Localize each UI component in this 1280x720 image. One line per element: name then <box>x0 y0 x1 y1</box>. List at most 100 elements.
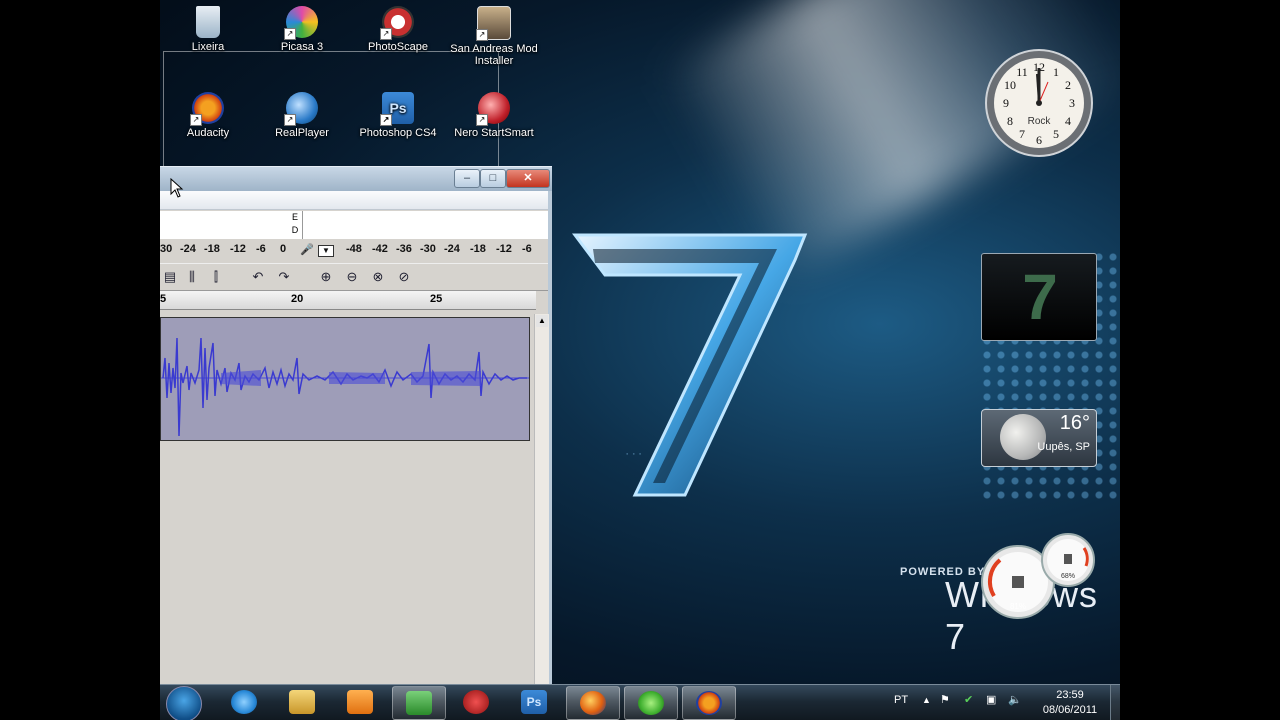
microphone-icon[interactable]: 🎤 <box>300 243 314 256</box>
taskbar-time: 23:59 <box>1056 689 1084 701</box>
desktop-icon-label: Audacity <box>186 127 230 139</box>
desktop-icon-label: Lixeira <box>191 41 225 53</box>
language-indicator[interactable]: PT <box>894 694 908 706</box>
cpu-meter-gadget[interactable]: 81% 68% <box>980 530 1100 620</box>
svg-text:9: 9 <box>1003 96 1009 110</box>
desktop-icon-label: Photoshop CS4 <box>359 127 437 139</box>
start-button[interactable] <box>166 686 202 720</box>
weather-city: Uupês, SP <box>1037 441 1090 453</box>
slideshow-image: 7 <box>1022 261 1058 333</box>
undo-icon[interactable]: ↶ <box>248 267 268 287</box>
svg-text:1: 1 <box>1053 65 1059 79</box>
taskbar-audacity[interactable] <box>682 686 736 720</box>
gta-mod-installer-icon: ↗ <box>476 6 511 41</box>
messenger-icon <box>406 691 432 715</box>
show-desktop-button[interactable] <box>1110 685 1120 720</box>
meter-scale: 30 -24 -18 -12 -6 0 🎤 ▼ -48 -42 -36 -30 … <box>160 239 548 261</box>
svg-text:6: 6 <box>1036 133 1042 147</box>
scale-tick: -24 <box>180 243 196 255</box>
trim-icon[interactable]: ⫼ <box>182 267 202 287</box>
photoshop-icon: Ps ↗ <box>380 92 414 126</box>
scale-tick: -24 <box>444 243 460 255</box>
paste-icon[interactable]: ▤ <box>160 267 180 287</box>
svg-text:11: 11 <box>1016 65 1028 79</box>
photoshop-icon: Ps <box>521 690 547 714</box>
zoom-in-icon[interactable]: ⊕ <box>316 267 336 287</box>
desktop-icon-label: RealPlayer <box>275 127 329 139</box>
fit-selection-icon[interactable]: ⊗ <box>368 267 388 287</box>
memory-percent: 68% <box>1061 573 1075 580</box>
silence-icon[interactable]: ⫿ <box>206 267 226 287</box>
network-icon[interactable]: ▣ <box>986 693 996 706</box>
show-hidden-icons-icon[interactable]: ▲ <box>922 695 931 705</box>
weather-gadget[interactable]: 16° Uupês, SP <box>981 409 1097 467</box>
redo-icon[interactable]: ↷ <box>274 267 294 287</box>
minimize-button[interactable]: – <box>454 169 480 188</box>
menu-bar[interactable] <box>160 191 548 210</box>
scale-tick: -18 <box>470 243 486 255</box>
scale-tick: 0 <box>280 243 287 255</box>
zoom-out-icon[interactable]: ⊖ <box>342 267 362 287</box>
game-app-icon <box>463 690 489 714</box>
taskbar-msn-messenger[interactable] <box>392 686 446 720</box>
desktop-icon-nero-startsmart[interactable]: ↗ Nero StartSmart <box>446 92 542 139</box>
safely-remove-icon[interactable]: ✔ <box>964 693 973 706</box>
volume-icon[interactable]: 🔈 <box>1008 693 1022 706</box>
audacity-window[interactable]: – □ ✕ E D 30 -24 -18 -12 -6 0 🎤 ▼ -48 -4… <box>160 166 552 686</box>
svg-text:7: 7 <box>1019 127 1025 141</box>
desktop-icon-label: Picasa 3 <box>280 41 324 53</box>
desktop-icon-san-andreas-mod-installer[interactable]: ↗ San Andreas Mod Installer <box>446 6 542 67</box>
utorrent-icon <box>638 691 664 715</box>
desktop-icon-photoscape[interactable]: ↗ PhotoScape <box>350 6 446 53</box>
weather-temperature: 16° <box>1059 412 1090 434</box>
scale-tick: -12 <box>230 243 246 255</box>
svg-text:10: 10 <box>1004 78 1016 92</box>
scroll-up-icon[interactable]: ▲ <box>536 315 548 327</box>
svg-text:2: 2 <box>1065 78 1071 92</box>
desktop-icon-label: Nero StartSmart <box>454 127 534 139</box>
clock-gadget[interactable]: 12 12 345 678 91011 Rock <box>984 48 1094 158</box>
svg-text:3: 3 <box>1069 96 1075 110</box>
slideshow-gadget[interactable]: 7 <box>981 253 1097 341</box>
audio-track[interactable] <box>160 317 530 441</box>
level-meter: E D <box>160 211 548 240</box>
ruler-mark: 20 <box>291 293 304 305</box>
mouse-pointer-icon <box>170 178 184 198</box>
chevron-down-icon[interactable]: ▼ <box>318 245 334 257</box>
taskbar-clock[interactable]: 23:59 08/06/2011 <box>1040 688 1100 718</box>
meter-channel-left: E <box>291 212 298 222</box>
desktop-icon-photoshop[interactable]: Ps ↗ Photoshop CS4 <box>350 92 446 139</box>
taskbar-game-app[interactable] <box>450 686 502 718</box>
meter-channel-right: D <box>291 225 299 235</box>
realplayer-icon: ↗ <box>284 92 318 126</box>
window-title-bar[interactable]: – □ ✕ <box>160 166 552 191</box>
action-center-flag-icon[interactable]: ⚑ <box>940 693 950 706</box>
fit-project-icon[interactable]: ⊘ <box>394 267 414 287</box>
taskbar-utorrent[interactable] <box>624 686 678 720</box>
desktop-icon-audacity[interactable]: ↗ Audacity <box>160 92 256 139</box>
vertical-scrollbar[interactable]: ▲ <box>534 314 549 684</box>
scale-tick: -12 <box>496 243 512 255</box>
taskbar-photoshop[interactable]: Ps <box>508 686 560 718</box>
internet-explorer-icon <box>231 690 257 714</box>
taskbar-internet-explorer[interactable] <box>218 686 270 718</box>
desktop-icon-picasa[interactable]: ↗ Picasa 3 <box>254 6 350 53</box>
audacity-body: E D 30 -24 -18 -12 -6 0 🎤 ▼ -48 -42 -36 … <box>160 191 552 686</box>
firefox-icon <box>580 691 606 715</box>
clock-label: Rock <box>1028 116 1052 127</box>
desktop-icon-recycle-bin[interactable]: Lixeira <box>160 6 256 53</box>
taskbar-firefox[interactable] <box>566 686 620 720</box>
scale-tick: -6 <box>256 243 266 255</box>
taskbar-media-player[interactable] <box>334 686 386 718</box>
cpu-percent: 81% <box>1010 602 1026 611</box>
timeline-ruler[interactable]: 5 20 25 <box>160 291 536 310</box>
maximize-button[interactable]: □ <box>480 169 506 188</box>
close-button[interactable]: ✕ <box>506 169 550 188</box>
scale-tick: -42 <box>372 243 388 255</box>
svg-text:8: 8 <box>1007 114 1013 128</box>
desktop-icon-realplayer[interactable]: ↗ RealPlayer <box>254 92 350 139</box>
desktop: ... POWERED BY Windows 7 Lixeira ↗ Picas… <box>160 0 1120 720</box>
audacity-icon: ↗ <box>190 92 224 126</box>
taskbar-windows-explorer[interactable] <box>276 686 328 718</box>
scale-tick: -18 <box>204 243 220 255</box>
